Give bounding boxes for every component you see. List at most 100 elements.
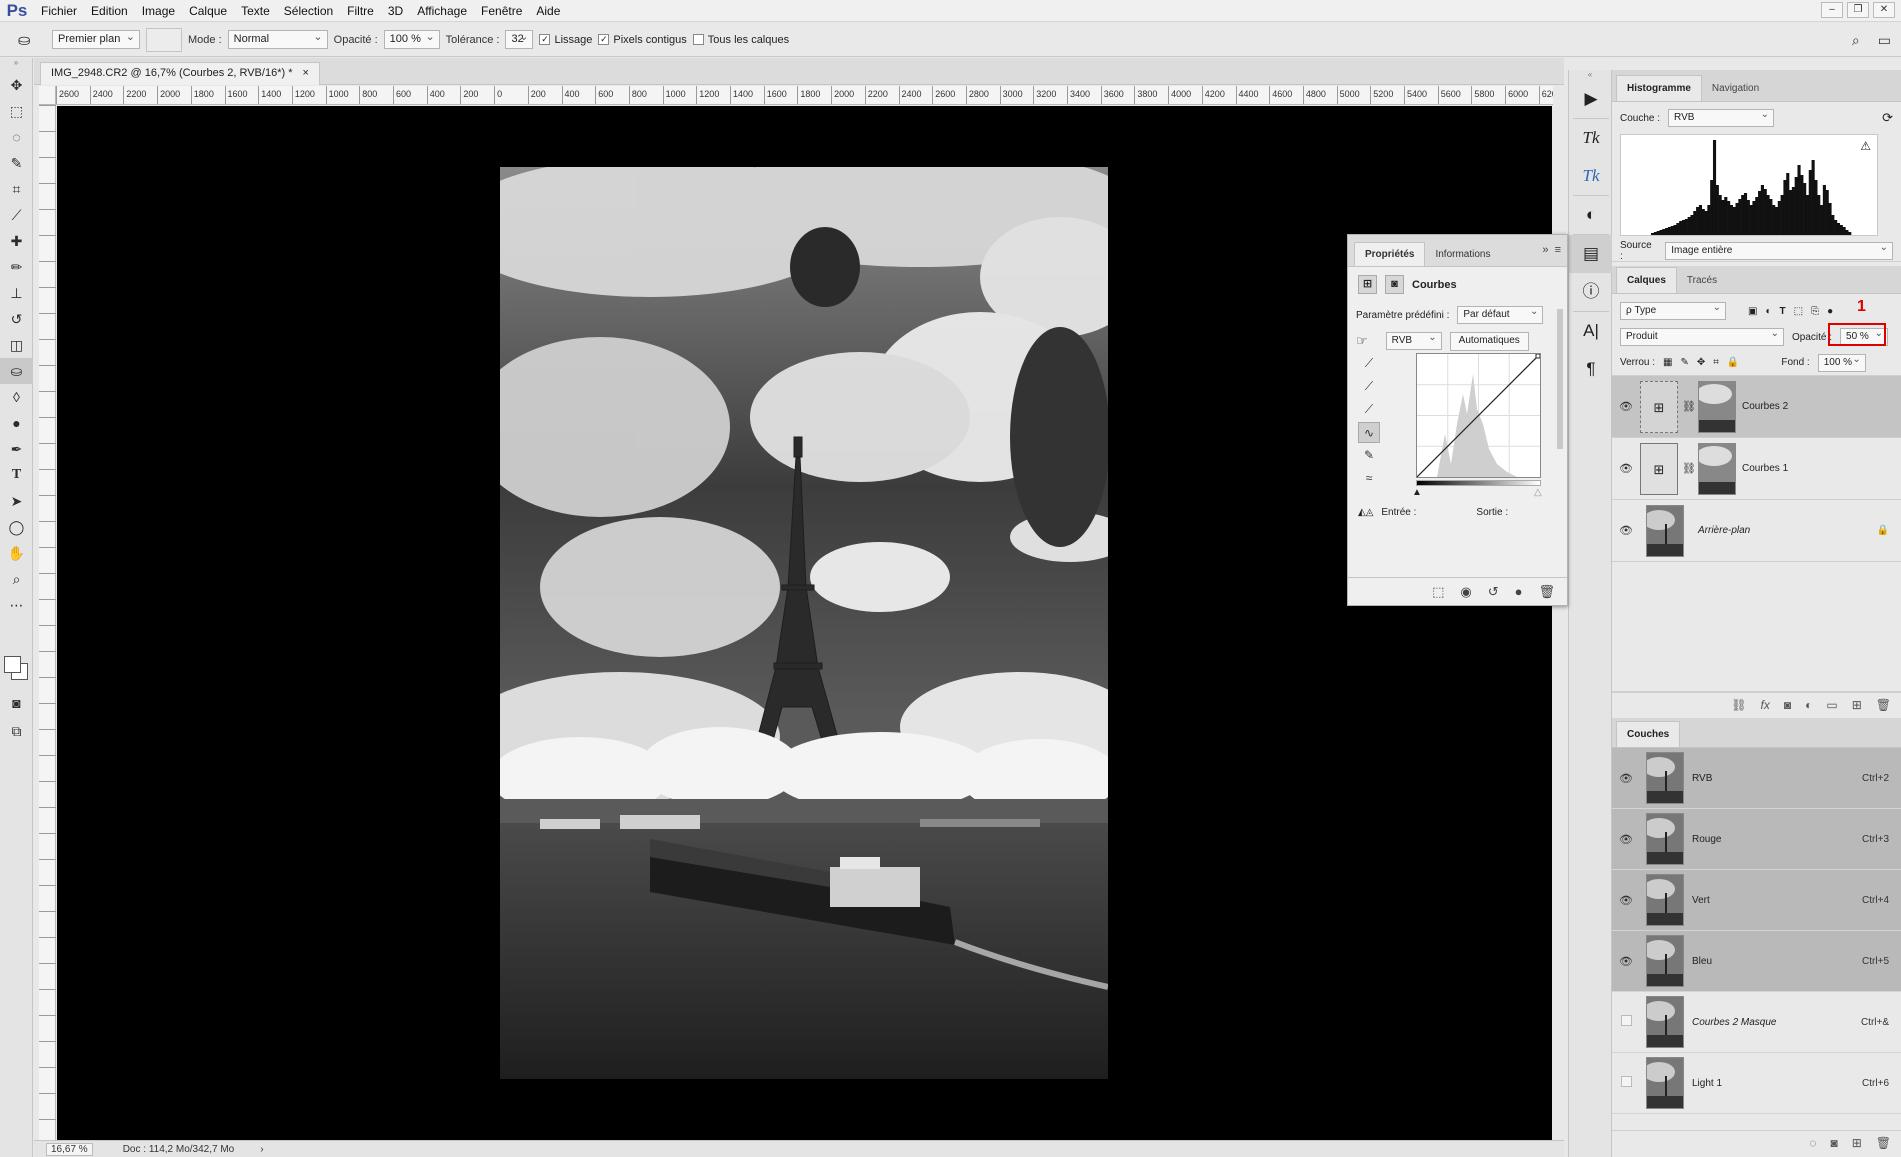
lock-transparency-icon[interactable]: ▦ xyxy=(1663,357,1672,368)
move-tool-icon[interactable]: ✥ xyxy=(0,72,33,98)
pattern-picker[interactable] xyxy=(146,27,182,52)
curve-graph[interactable] xyxy=(1416,353,1541,478)
collapse-arrows-icon[interactable]: « xyxy=(1569,70,1611,80)
histogram-channel-select[interactable]: RVB xyxy=(1668,109,1775,127)
foreground-color-swatch[interactable] xyxy=(4,656,21,673)
channel-thumbnail[interactable] xyxy=(1646,874,1684,926)
eye-icon[interactable]: 👁 xyxy=(1612,462,1640,475)
tk-blue-panel-icon[interactable]: Tk xyxy=(1569,157,1613,195)
channel-row[interactable]: 👁 Rouge Ctrl+3 xyxy=(1612,809,1901,870)
filter-pixel-icon[interactable]: ▣ xyxy=(1748,306,1757,317)
curve-points-icon[interactable]: ∿ xyxy=(1358,422,1380,443)
hand-tool-icon[interactable]: ✋ xyxy=(0,540,33,566)
clip-to-layer-icon[interactable]: ⬚ xyxy=(1432,584,1444,600)
auto-button[interactable]: Automatiques xyxy=(1449,331,1529,351)
lock-position-icon[interactable]: ✥ xyxy=(1697,357,1705,368)
menu-item-0[interactable]: Fichier xyxy=(34,0,84,22)
quick-selection-tool-icon[interactable]: ✎ xyxy=(0,150,33,176)
eye-icon[interactable]: 👁 xyxy=(1612,955,1640,968)
canvas-pasteboard[interactable] xyxy=(57,106,1552,1140)
delete-layer-icon[interactable]: 🗑 xyxy=(1876,698,1891,712)
eraser-tool-icon[interactable]: ◫ xyxy=(0,332,33,358)
clone-stamp-tool-icon[interactable]: ⊥ xyxy=(0,280,33,306)
menu-item-6[interactable]: Filtre xyxy=(340,0,381,22)
menu-item-2[interactable]: Image xyxy=(135,0,182,22)
channel-row[interactable]: 👁 RVB Ctrl+2 xyxy=(1612,748,1901,809)
type-tool-icon[interactable]: T xyxy=(0,462,33,488)
layer-mask-thumbnail[interactable] xyxy=(1698,380,1736,433)
filter-shape-icon[interactable]: ⬚ xyxy=(1794,306,1803,317)
lissage-checkbox[interactable]: ✓ Lissage xyxy=(539,34,592,46)
smooth-curve-icon[interactable]: ≈ xyxy=(1358,468,1380,489)
new-adjustment-icon[interactable]: ◐ xyxy=(1805,698,1812,712)
screen-mode-icon[interactable]: ⧉ xyxy=(0,718,33,744)
hidden-eye-icon[interactable] xyxy=(1612,1076,1640,1090)
menu-item-10[interactable]: Aide xyxy=(529,0,567,22)
horizontal-ruler[interactable]: 2600 2400 2200 2000 1800 1600 1400 1200 1000 800 6… xyxy=(56,86,1553,105)
channel-thumbnail[interactable] xyxy=(1646,935,1684,987)
vertical-ruler[interactable] xyxy=(39,105,56,1140)
opacity-select[interactable]: 100 % xyxy=(383,30,440,49)
visibility-icon[interactable]: ● xyxy=(1515,584,1523,599)
layer-row-arriere-plan[interactable]: 👁 Arrière-plan 🔒 xyxy=(1612,500,1901,562)
link-icon[interactable]: ⛓ xyxy=(1682,462,1696,475)
black-slider-icon[interactable]: ▲ xyxy=(1412,487,1422,498)
channel-row[interactable]: 👁 Bleu Ctrl+5 xyxy=(1612,931,1901,992)
pencil-curve-icon[interactable]: ✎ xyxy=(1358,445,1380,466)
history-brush-tool-icon[interactable]: ↺ xyxy=(0,306,33,332)
save-selection-icon[interactable]: ◙ xyxy=(1830,1136,1837,1150)
cache-warning-icon[interactable]: ⚠ xyxy=(1860,139,1871,153)
channel-thumbnail[interactable] xyxy=(1646,1057,1684,1109)
channel-row[interactable]: 👁 Vert Ctrl+4 xyxy=(1612,870,1901,931)
background-layer-thumbnail[interactable] xyxy=(1646,504,1684,557)
close-window-button[interactable]: ✕ xyxy=(1873,2,1895,18)
delete-icon[interactable]: 🗑 xyxy=(1538,584,1555,600)
black-point-eyedropper-icon[interactable]: ⟋ xyxy=(1358,353,1380,374)
tab-navigation[interactable]: Navigation xyxy=(1702,76,1769,101)
delete-channel-icon[interactable]: 🗑 xyxy=(1876,1136,1891,1150)
new-layer-icon[interactable]: ⊞ xyxy=(1852,698,1862,712)
channel-thumbnail[interactable] xyxy=(1646,996,1684,1048)
curves-layer-thumbnail-icon[interactable]: ⊞ xyxy=(1640,380,1678,433)
play-actions-icon[interactable]: ▶ xyxy=(1569,80,1613,118)
tab-histogram[interactable]: Histogramme xyxy=(1616,75,1702,101)
menu-item-9[interactable]: Fenêtre xyxy=(474,0,529,22)
paint-bucket-tool-icon[interactable]: ⛀ xyxy=(0,358,33,384)
filter-type-icon[interactable]: T xyxy=(1780,306,1786,317)
search-icon[interactable]: ⌕ xyxy=(1852,32,1860,49)
panel-menu-icon[interactable]: » ≡ xyxy=(1542,244,1561,256)
eye-icon[interactable]: 👁 xyxy=(1612,772,1640,785)
eiffel-tower-photo[interactable] xyxy=(500,167,1108,1079)
pixels-contigus-checkbox[interactable]: ✓ Pixels contigus xyxy=(598,34,687,46)
curves-adjustment-icon[interactable]: ⊞ xyxy=(1358,275,1377,294)
eye-icon[interactable]: 👁 xyxy=(1612,894,1640,907)
tous-calques-checkbox[interactable]: Tous les calques xyxy=(692,34,789,46)
lock-artboard-icon[interactable]: ⌗ xyxy=(1713,357,1719,368)
path-selection-tool-icon[interactable]: ➤ xyxy=(0,488,33,514)
channel-thumbnail[interactable] xyxy=(1646,752,1684,804)
document-tab[interactable]: IMG_2948.CR2 @ 16,7% (Courbes 2, RVB/16*… xyxy=(40,62,320,85)
load-selection-icon[interactable]: ◌ xyxy=(1809,1136,1816,1150)
tolerance-field[interactable]: 32 xyxy=(505,30,534,49)
dodge-tool-icon[interactable]: ● xyxy=(0,410,33,436)
channel-thumbnail[interactable] xyxy=(1646,813,1684,865)
preset-select[interactable]: Par défaut xyxy=(1457,306,1544,324)
layer-row-courbes-2[interactable]: 👁 ⊞ ⛓ Courbes 2 xyxy=(1612,376,1901,438)
tab-properties[interactable]: Propriétés xyxy=(1354,242,1426,266)
filter-smart-object-icon[interactable]: ⎘ xyxy=(1811,306,1819,317)
menu-item-3[interactable]: Calque xyxy=(182,0,234,22)
info-icon[interactable]: ⓘ xyxy=(1569,273,1613,311)
eye-icon[interactable]: 👁 xyxy=(1612,524,1640,537)
hidden-eye-icon[interactable] xyxy=(1612,1015,1640,1029)
curves-layer-thumbnail-icon[interactable]: ⊞ xyxy=(1640,442,1678,495)
paint-bucket-tool-preset-icon[interactable]: ⛀ xyxy=(18,31,46,49)
properties-panel-icon[interactable]: ▤ xyxy=(1569,235,1613,273)
lock-pixels-icon[interactable]: ✎ xyxy=(1680,357,1688,368)
paragraph-icon[interactable]: ¶ xyxy=(1569,350,1613,388)
blend-mode-select[interactable]: Produit xyxy=(1620,328,1784,346)
more-tools-icon[interactable]: ⋯ xyxy=(0,592,33,618)
tab-traces[interactable]: Tracés xyxy=(1677,268,1727,293)
color-swatches[interactable] xyxy=(4,656,30,682)
brush-tool-icon[interactable]: ✏ xyxy=(0,254,33,280)
menu-item-8[interactable]: Affichage xyxy=(410,0,474,22)
